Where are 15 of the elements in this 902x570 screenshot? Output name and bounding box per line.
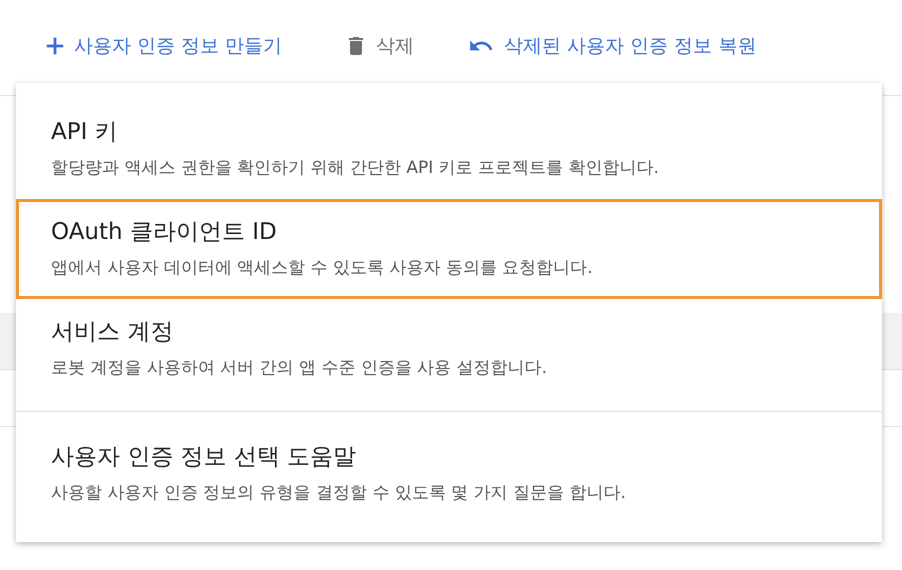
menu-item-description: 사용할 사용자 인증 정보의 유형을 결정할 수 있도록 몇 가지 질문을 합니다. <box>51 482 627 505</box>
menu-item-title: 사용자 인증 정보 선택 도움말 <box>51 443 358 472</box>
menu-item[interactable]: 사용자 인증 정보 선택 도움말 사용할 사용자 인증 정보의 유형을 결정할 수 있도록 몇 가지 질문을 합니다. <box>16 412 882 530</box>
menu-item[interactable]: 서비스 계정 로봇 계정을 사용하여 서버 간의 앱 수준 인증을 사용 설정합니다. <box>16 299 882 399</box>
menu-item-description: 로봇 계정을 사용하여 서버 간의 앱 수준 인증을 사용 설정합니다. <box>51 357 548 380</box>
toolbar-button[interactable]: 삭제된 사용자 인증 정보 복원 <box>460 27 762 65</box>
menu-item[interactable]: OAuth 클라이언트 ID 앱에서 사용자 데이터에 액세스할 수 있도록 사용자 동의를 요청합니다. <box>16 199 882 299</box>
menu-item-title: API 키 <box>51 118 119 147</box>
menu-item-title: OAuth 클라이언트 ID <box>51 218 278 247</box>
menu-item[interactable]: API 키 할당량과 액세스 권한을 확인하기 위해 간단한 API 키로 프로젝트를 확인합니다. <box>16 99 882 199</box>
toolbar-button[interactable]: 사용자 인증 정보 만들기 <box>38 27 288 65</box>
menu-item-description: 할당량과 액세스 권한을 확인하기 위해 간단한 API 키로 프로젝트를 확인합니다. <box>51 157 660 180</box>
plus-icon <box>44 35 66 57</box>
menu-item-title: 서비스 계정 <box>51 318 174 347</box>
menu-item-description: 앱에서 사용자 데이터에 액세스할 수 있도록 사용자 동의를 요청합니다. <box>51 257 594 280</box>
